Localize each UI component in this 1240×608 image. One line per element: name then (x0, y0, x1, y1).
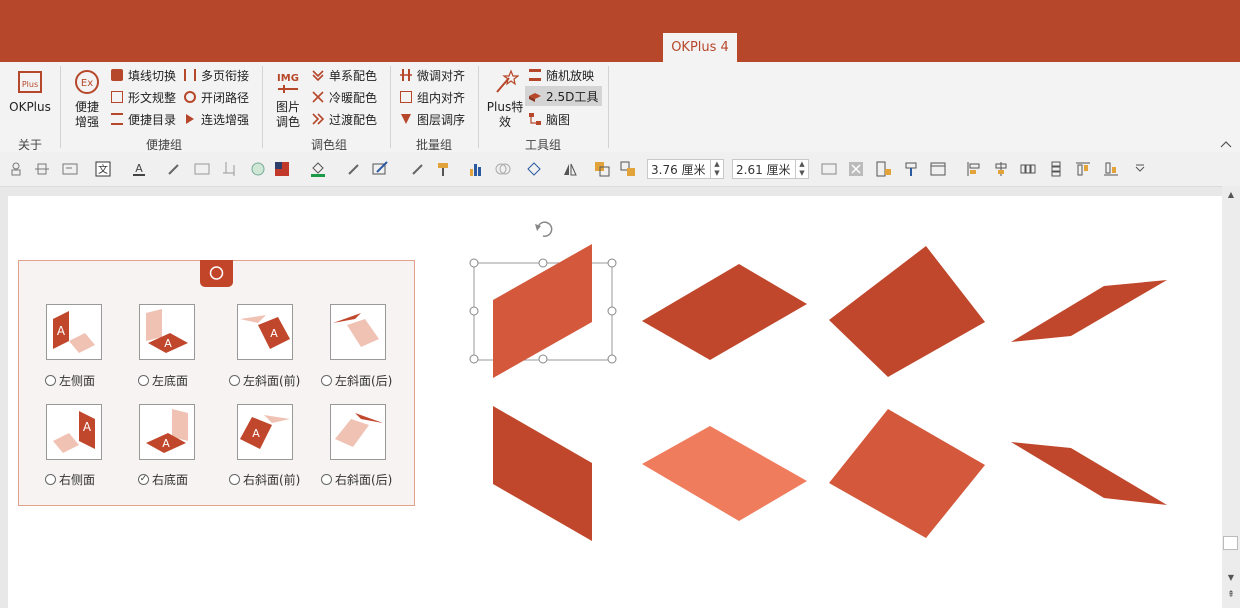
resize-handle[interactable] (469, 258, 479, 268)
resize-handle[interactable] (607, 354, 617, 364)
slant-shape[interactable] (1011, 280, 1167, 342)
rotate-handle-icon[interactable] (535, 221, 553, 237)
resize-handle[interactable] (469, 354, 479, 364)
slide-shapes-layer (469, 221, 1167, 541)
diamond-shape[interactable] (642, 426, 807, 521)
resize-handle[interactable] (607, 306, 617, 316)
scroll-thumb[interactable] (1223, 536, 1238, 550)
diamond-shape[interactable] (642, 264, 807, 360)
resize-handle[interactable] (469, 306, 479, 316)
scroll-down-icon[interactable]: ▼ (1225, 573, 1237, 583)
resize-handle[interactable] (538, 258, 548, 268)
diamond-shape[interactable] (829, 246, 985, 377)
parallelogram-shape[interactable] (493, 406, 592, 541)
diamond-shape[interactable] (829, 409, 985, 538)
vertical-scrollbar[interactable]: ▲ ▼ ⇞ (1222, 186, 1240, 608)
page-up-icon[interactable]: ⇞ (1225, 590, 1237, 602)
slant-shape[interactable] (1011, 442, 1167, 505)
resize-handle[interactable] (538, 354, 548, 364)
scroll-up-icon[interactable]: ▲ (1225, 190, 1237, 200)
resize-handle[interactable] (607, 258, 617, 268)
